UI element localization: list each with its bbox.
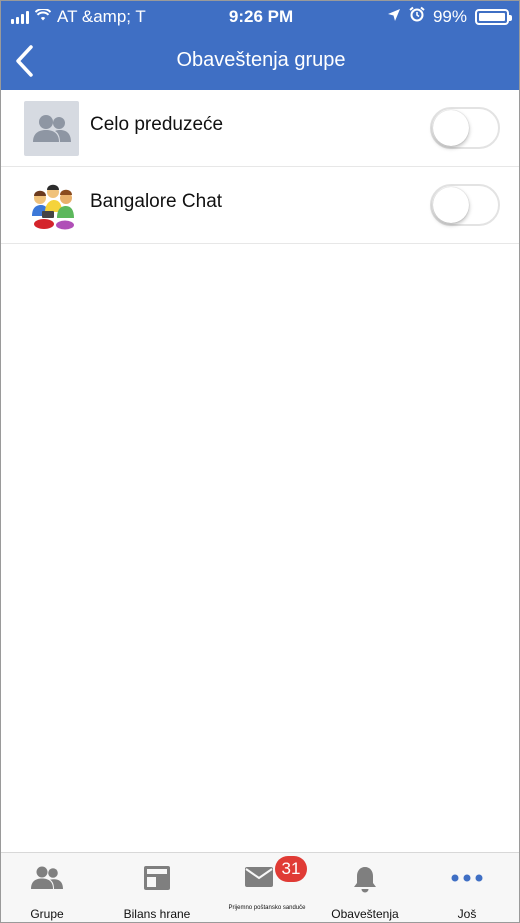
tab-label: Grupe xyxy=(30,907,64,921)
alarm-icon xyxy=(409,6,425,27)
tab-feed[interactable]: Bilans hrane xyxy=(109,853,205,922)
tab-label: Obaveštenja xyxy=(331,907,399,921)
more-icon xyxy=(451,874,483,882)
toggle-knob xyxy=(433,110,469,146)
app-screen: AT &amp; T 9:26 PM 99% Obaveštenja grupe… xyxy=(0,0,520,923)
page-title: Obaveštenja grupe xyxy=(176,49,346,71)
list-item-group: Bangalore Chat xyxy=(1,167,519,244)
groups-icon xyxy=(31,866,63,889)
mail-icon xyxy=(245,867,273,887)
tab-notifications[interactable]: Obaveštenja xyxy=(317,853,413,922)
feed-icon xyxy=(144,866,170,890)
notification-toggle[interactable] xyxy=(430,107,500,149)
status-right: 99% xyxy=(387,6,512,27)
battery-fill xyxy=(479,12,505,21)
tab-inbox[interactable]: 31 Prijemno poštansko sanduče xyxy=(217,853,317,922)
bell-icon xyxy=(354,867,376,893)
tab-label: Još xyxy=(457,907,477,921)
list-item-group: Celo preduzeće xyxy=(1,90,519,167)
tab-label: Bilans hrane xyxy=(123,907,191,921)
tab-groups[interactable]: Grupe xyxy=(1,853,93,922)
group-placeholder-icon xyxy=(24,101,79,156)
battery-percent: 99% xyxy=(432,6,467,26)
top-bar: AT &amp; T 9:26 PM 99% Obaveštenja grupe xyxy=(1,1,519,90)
notification-toggle[interactable] xyxy=(430,184,500,226)
nav-bar: Obaveštenja grupe xyxy=(1,35,519,90)
tab-label: Prijemno poštansko sanduče xyxy=(228,905,306,911)
group-name: Bangalore Chat xyxy=(90,191,223,212)
toggle-knob xyxy=(433,187,469,223)
group-list: Celo preduzeće Bangalore Chat xyxy=(1,90,519,244)
group-people-avatar xyxy=(24,178,79,233)
group-name: Celo preduzeće xyxy=(90,114,224,135)
tab-more[interactable]: Još xyxy=(419,853,515,922)
unread-count-badge: 31 xyxy=(275,856,307,882)
location-icon xyxy=(387,7,401,27)
battery-icon xyxy=(475,8,512,25)
bottom-tab-bar: Grupe Bilans hrane 31 Prijemno poštansko… xyxy=(1,852,519,922)
status-bar: AT &amp; T 9:26 PM 99% xyxy=(1,1,519,35)
